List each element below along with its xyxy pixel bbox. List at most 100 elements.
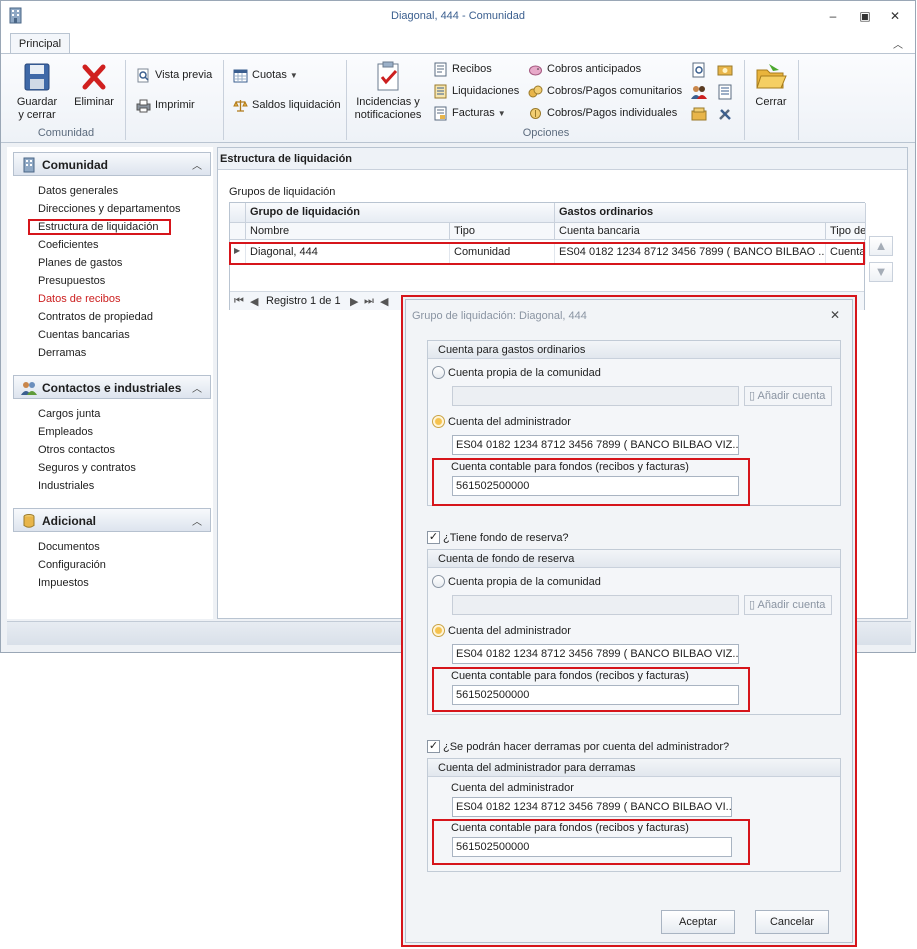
- aceptar-button[interactable]: Aceptar: [661, 910, 735, 934]
- nav-item-documentos[interactable]: Documentos: [38, 541, 100, 553]
- nav-item-estructura-liquidacion[interactable]: Estructura de liquidación: [28, 219, 172, 235]
- nav-item-planes-gastos[interactable]: Planes de gastos: [38, 257, 122, 269]
- chevron-down-icon: ▼: [289, 71, 298, 80]
- nav-item-cuentas-bancarias[interactable]: Cuentas bancarias: [38, 329, 130, 341]
- nav-item-presupuestos[interactable]: Presupuestos: [38, 275, 105, 287]
- cobros-individuales-label: Cobros/Pagos individuales: [547, 107, 678, 119]
- nav-item-coeficientes[interactable]: Coeficientes: [38, 239, 99, 251]
- cuenta-administrador-input[interactable]: ES04 0182 1234 8712 3456 7899 ( BANCO BI…: [452, 644, 739, 664]
- nav-item-seguros-contratos[interactable]: Seguros y contratos: [38, 462, 136, 474]
- groups-label: Grupos de liquidación: [229, 186, 336, 198]
- nav-section-contactos[interactable]: Contactos e industriales ︿: [13, 375, 211, 399]
- nav-item-derramas[interactable]: Derramas: [38, 347, 86, 359]
- cobros-comunitarios-button[interactable]: Cobros/Pagos comunitarios: [528, 82, 682, 100]
- collapse-ribbon-icon[interactable]: ︿: [893, 36, 903, 51]
- floppy-disk-icon: [24, 63, 50, 91]
- ribbon-tab-strip: Principal ︿: [1, 31, 915, 55]
- next-record-icon[interactable]: ▶: [350, 295, 358, 308]
- band-gastos-ordinarios: Gastos ordinarios: [555, 203, 866, 223]
- imprimir-button[interactable]: Imprimir: [136, 96, 195, 114]
- fieldset-header: Cuenta del administrador para derramas: [428, 759, 840, 777]
- facturas-label: Facturas: [452, 107, 495, 119]
- building-icon: [23, 157, 35, 173]
- column-tipo[interactable]: Tipo: [450, 223, 555, 240]
- nav-item-empleados[interactable]: Empleados: [38, 426, 93, 438]
- radio-cuenta-administrador[interactable]: [432, 624, 445, 637]
- title-bar: Diagonal, 444 - Comunidad – ▣ ✕: [1, 1, 915, 31]
- anadir-cuenta-button[interactable]: ▯ Añadir cuenta: [744, 386, 833, 406]
- ribbon-separator: [346, 60, 347, 140]
- cuenta-administrador-input[interactable]: ES04 0182 1234 8712 3456 7899 ( BANCO BI…: [452, 435, 739, 455]
- cobros-comunitarios-label: Cobros/Pagos comunitarios: [547, 85, 683, 97]
- close-icon[interactable]: ✕: [830, 308, 840, 322]
- nav-section-title: Contactos e industriales: [42, 381, 182, 395]
- nav-section-comunidad[interactable]: Comunidad ︿: [13, 152, 211, 176]
- incidencias-button[interactable]: Incidencias y notificaciones: [353, 60, 423, 122]
- last-record-icon[interactable]: ⏭: [364, 295, 374, 308]
- cancelar-button[interactable]: Cancelar: [755, 910, 829, 934]
- band-grupo-liquidacion: Grupo de liquidación: [246, 203, 555, 223]
- fieldset-legend: Cuenta de fondo de reserva: [438, 553, 575, 565]
- saldos-liquidacion-button[interactable]: Saldos liquidación: [233, 96, 341, 114]
- radio-cuenta-administrador[interactable]: [432, 415, 445, 428]
- row-highlight-annotation: [229, 242, 865, 265]
- report-list-icon[interactable]: [717, 84, 733, 100]
- nav-item-datos-generales[interactable]: Datos generales: [38, 185, 118, 197]
- prev-record-icon[interactable]: ◀: [250, 295, 258, 308]
- cobros-individuales-button[interactable]: Cobros/Pagos individuales: [528, 104, 677, 122]
- vista-previa-button[interactable]: Vista previa: [136, 66, 212, 84]
- page-title: Estructura de liquidación: [220, 153, 353, 165]
- ribbon: Guardar y cerrar Eliminar Comunidad Vist…: [1, 53, 915, 143]
- cobros-anticipados-button[interactable]: Cobros anticipados: [528, 60, 641, 78]
- nav-item-configuracion[interactable]: Configuración: [38, 559, 106, 571]
- tab-principal[interactable]: Principal: [10, 33, 70, 55]
- derramas-checkbox[interactable]: ✓: [427, 740, 440, 753]
- nav-item-impuestos[interactable]: Impuestos: [38, 577, 89, 589]
- column-nombre[interactable]: Nombre: [246, 223, 450, 240]
- cuenta-propia-input[interactable]: [452, 386, 739, 406]
- fieldset-derramas: Cuenta del administrador para derramas C…: [427, 758, 841, 872]
- eliminar-button[interactable]: Eliminar: [71, 62, 117, 109]
- chevron-up-icon[interactable]: ︿: [192, 513, 202, 528]
- nav-item-contratos-propiedad[interactable]: Contratos de propiedad: [38, 311, 153, 323]
- fondo-reserva-checkbox[interactable]: ✓: [427, 531, 440, 544]
- nav-section-adicional[interactable]: Adicional ︿: [13, 508, 211, 532]
- radio-cuenta-propia[interactable]: [432, 366, 445, 379]
- restore-button[interactable]: ▣: [858, 9, 872, 23]
- nav-item-otros-contactos[interactable]: Otros contactos: [38, 444, 115, 456]
- fondos-input[interactable]: 561502500000: [452, 837, 732, 857]
- nav-item-industriales[interactable]: Industriales: [38, 480, 94, 492]
- cuenta-administrador-input[interactable]: ES04 0182 1234 8712 3456 7899 ( BANCO BI…: [452, 797, 732, 817]
- move-up-arrow-icon[interactable]: ▲: [869, 236, 893, 256]
- facturas-button[interactable]: Facturas ▼: [433, 104, 506, 122]
- fondos-input[interactable]: 561502500000: [452, 685, 739, 705]
- money-stack-icon[interactable]: [691, 106, 707, 122]
- tools-icon[interactable]: [717, 106, 733, 122]
- minimize-button[interactable]: –: [826, 9, 840, 23]
- nav-item-direcciones[interactable]: Direcciones y departamentos: [38, 203, 180, 215]
- search-document-icon[interactable]: [691, 62, 707, 78]
- liquidaciones-button[interactable]: Liquidaciones: [433, 82, 519, 100]
- recibos-button[interactable]: Recibos: [433, 60, 492, 78]
- money-bundle-icon[interactable]: [717, 62, 733, 78]
- printer-icon: [136, 99, 151, 113]
- people-icon[interactable]: [691, 84, 707, 100]
- fondos-input[interactable]: 561502500000: [452, 476, 739, 496]
- chevron-up-icon[interactable]: ︿: [192, 157, 202, 172]
- guardar-cerrar-button[interactable]: Guardar y cerrar: [13, 62, 61, 122]
- radio-cuenta-propia[interactable]: [432, 575, 445, 588]
- window-title: Diagonal, 444 - Comunidad: [391, 10, 525, 22]
- anadir-cuenta-button[interactable]: ▯ Añadir cuenta: [744, 595, 833, 615]
- scroll-left-icon[interactable]: ◀: [380, 295, 388, 308]
- nav-item-cargos-junta[interactable]: Cargos junta: [38, 408, 100, 420]
- cuenta-propia-input[interactable]: [452, 595, 739, 615]
- chevron-up-icon[interactable]: ︿: [192, 380, 202, 395]
- first-record-icon[interactable]: ⏮: [234, 295, 244, 308]
- column-cuenta-bancaria[interactable]: Cuenta bancaria: [555, 223, 826, 240]
- cuotas-button[interactable]: Cuotas ▼: [233, 66, 298, 84]
- close-window-button[interactable]: ✕: [888, 9, 902, 23]
- column-tipo-de[interactable]: Tipo de: [826, 223, 866, 240]
- cerrar-button[interactable]: Cerrar: [751, 62, 791, 109]
- move-down-arrow-icon[interactable]: ▼: [869, 262, 893, 282]
- nav-item-datos-recibos[interactable]: Datos de recibos: [38, 293, 121, 305]
